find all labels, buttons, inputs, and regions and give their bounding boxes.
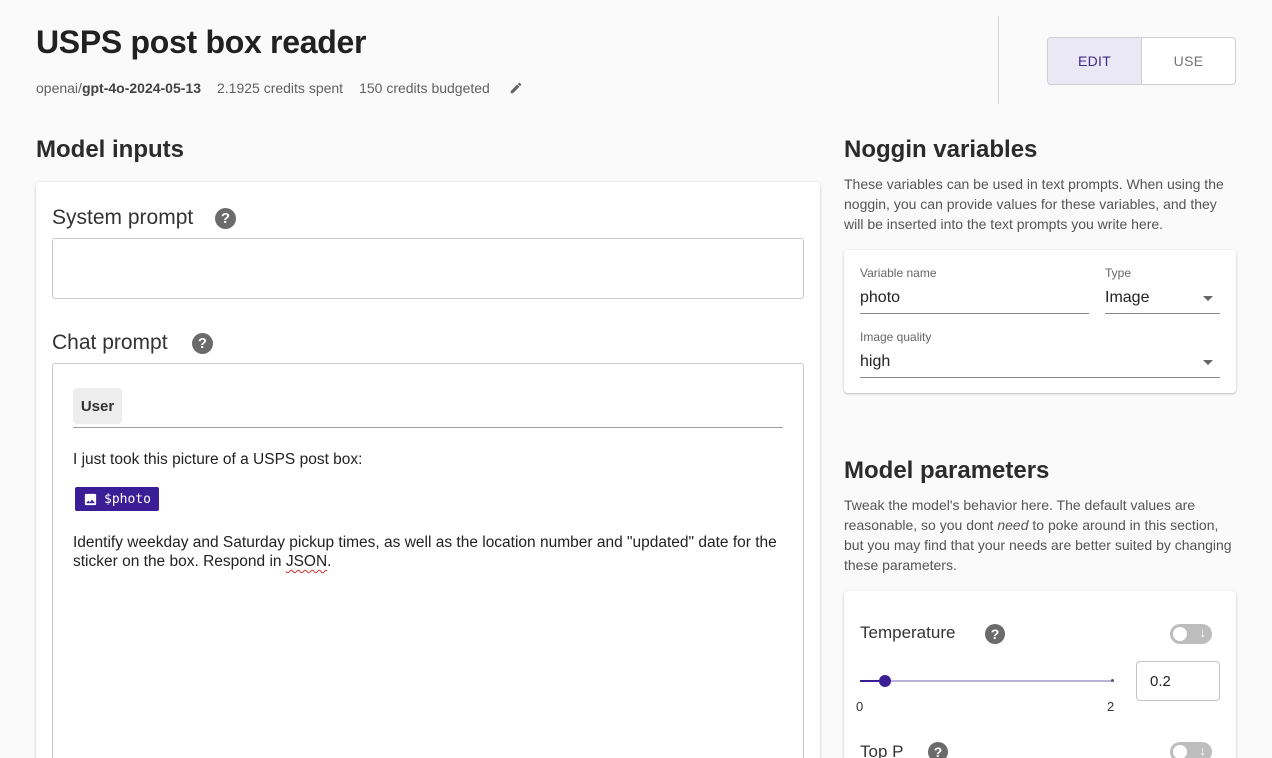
header-divider: [998, 16, 999, 104]
type-underline: [1105, 313, 1220, 314]
type-label: Type: [1105, 266, 1132, 280]
variable-name-label: Variable name: [860, 266, 937, 280]
noggin-variables-title: Noggin variables: [844, 136, 1038, 163]
system-prompt-input[interactable]: [52, 238, 804, 299]
image-quality-select[interactable]: high: [860, 353, 890, 371]
toggle-knob: [1173, 627, 1187, 641]
variable-chip-photo[interactable]: $photo: [75, 487, 159, 511]
prompt-line-2[interactable]: Identify weekday and Saturday pickup tim…: [73, 533, 777, 571]
temperature-label: Temperature: [860, 623, 956, 642]
model-id: openai/gpt-4o-2024-05-13: [36, 80, 201, 96]
chevron-down-icon[interactable]: [1203, 296, 1213, 301]
temperature-min-label: 0: [856, 699, 864, 714]
arrow-down-icon: ↓: [1199, 743, 1207, 758]
model-inputs-title: Model inputs: [36, 136, 184, 163]
arrow-down-icon: ↓: [1199, 625, 1207, 640]
top-p-label: Top P: [860, 742, 904, 758]
image-quality-underline: [860, 377, 1220, 378]
credits-spent: 2.1925 credits spent: [216, 80, 344, 96]
temperature-slider-end: [1111, 679, 1114, 682]
temperature-max-label: 2: [1107, 699, 1115, 714]
type-select[interactable]: Image: [1105, 289, 1149, 307]
temperature-slider-track[interactable]: [860, 680, 1113, 682]
credits-budgeted: 150 credits budgeted: [359, 80, 490, 96]
temperature-toggle[interactable]: ↓: [1170, 624, 1212, 644]
role-divider: [73, 427, 783, 428]
prompt-line-1[interactable]: I just took this picture of a USPS post …: [73, 450, 362, 469]
edit-mode-button[interactable]: EDIT: [1048, 38, 1142, 84]
noggin-variables-description: These variables can be used in text prom…: [844, 176, 1224, 232]
top-p-toggle[interactable]: ↓: [1170, 742, 1212, 758]
model-parameters-title: Model parameters: [844, 457, 1050, 484]
system-prompt-label: System prompt: [52, 206, 194, 229]
help-icon[interactable]: ?: [192, 333, 213, 354]
chat-prompt-label: Chat prompt: [52, 331, 168, 354]
help-icon[interactable]: ?: [215, 208, 236, 229]
toggle-knob: [1173, 745, 1187, 758]
chevron-down-icon[interactable]: [1203, 360, 1213, 365]
temperature-input[interactable]: 0.2: [1136, 661, 1220, 701]
model-parameters-description: Tweak the model's behavior here. The def…: [844, 497, 1232, 573]
help-icon[interactable]: ?: [985, 624, 1005, 644]
page-title: USPS post box reader: [36, 24, 367, 60]
image-icon: [83, 492, 98, 507]
image-quality-label: Image quality: [860, 330, 932, 344]
mode-toggle: EDIT USE: [1047, 37, 1236, 85]
variable-name-underline: [860, 313, 1089, 314]
spellcheck-word: JSON: [285, 553, 328, 570]
pencil-icon[interactable]: [508, 80, 524, 96]
help-icon[interactable]: ?: [928, 742, 948, 758]
variable-name-input[interactable]: photo: [860, 289, 900, 307]
noggin-meta: openai/gpt-4o-2024-05-13 2.1925 credits …: [36, 80, 524, 96]
use-mode-button[interactable]: USE: [1142, 38, 1235, 84]
role-chip-user[interactable]: User: [73, 388, 122, 424]
